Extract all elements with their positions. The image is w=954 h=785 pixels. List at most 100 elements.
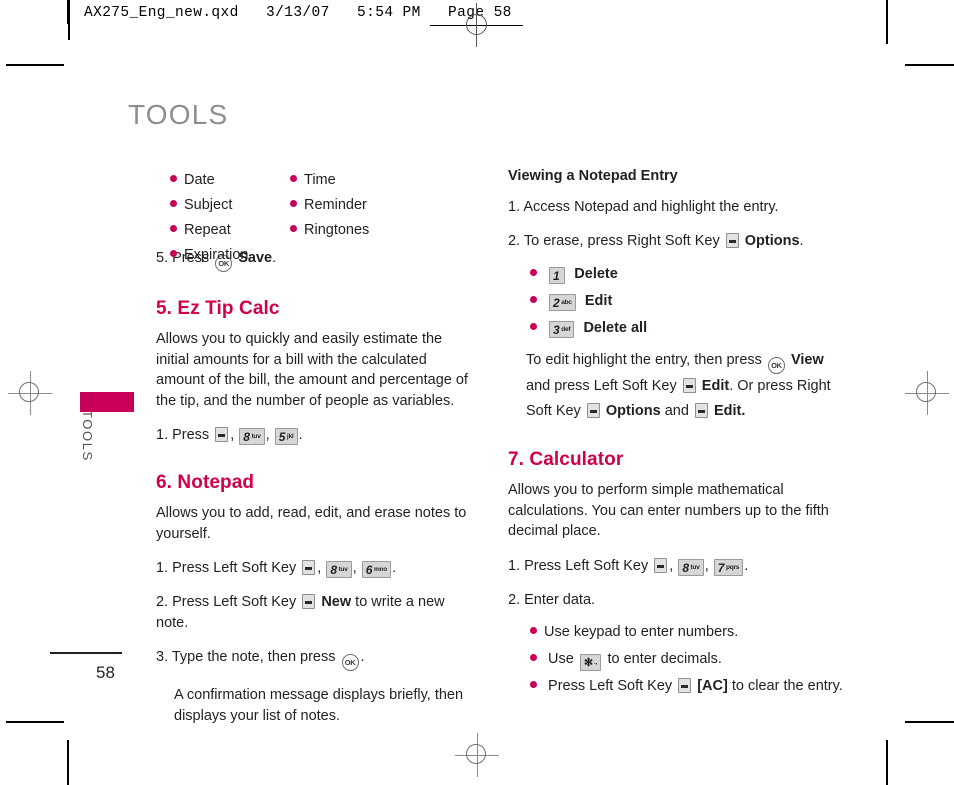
list-item: 3 def Delete all — [530, 315, 848, 342]
edit-note-part-1: To edit highlight the entry, then press — [526, 352, 762, 368]
step-prefix: 2. To erase, press Right Soft Key — [508, 233, 720, 249]
keypad-key-1-icon: 1 — [549, 267, 566, 284]
ez-tip-calc-step-1: 1. Press , 8 tuv, 5 jkl. — [156, 427, 303, 445]
list-item: Press Left Soft Key [AC] to clear the en… — [530, 673, 848, 700]
step-bold: New — [321, 594, 352, 610]
ok-key-icon: OK — [767, 357, 785, 374]
list-item: Subject — [170, 193, 248, 218]
keypad-key-6-icon: 6 mno — [361, 561, 392, 578]
soft-key-icon — [302, 594, 316, 609]
edit-note-bold-edit: Edit — [701, 378, 730, 394]
edit-note-part-4: and — [664, 403, 689, 419]
crop-mark-bottom-right-v — [886, 740, 888, 785]
option-label: Delete — [574, 266, 618, 282]
keypad-key-7-icon: 7 pqrs — [713, 558, 744, 576]
notepad-step-1: 1. Press Left Soft Key , 8 tuv, 6 mno. — [156, 560, 397, 578]
options-key-list: 1 Delete 2 abc Edit 3 def Delete all — [508, 261, 848, 342]
viewing-entry-step-1: 1. Access Notepad and highlight the entr… — [508, 199, 779, 215]
list-item: Use ✻., to enter decimals. — [530, 646, 848, 673]
edit-note-part-2: and press Left Soft Key — [526, 378, 677, 394]
soft-key-icon — [678, 677, 692, 693]
bullet-suffix: to enter decimals. — [607, 650, 722, 667]
list-item: 1 Delete — [530, 261, 848, 288]
keypad-key-8-icon: 8 tuv — [239, 428, 265, 445]
bullet-dot-icon — [290, 225, 297, 232]
edit-note-bold-view: View — [790, 352, 824, 368]
soft-key-icon — [215, 427, 229, 442]
bullet-dot-icon — [290, 175, 297, 182]
header-vertical-rule — [68, 0, 70, 40]
soft-key-icon — [725, 233, 739, 248]
soft-key-icon — [654, 557, 668, 573]
step-prefix: 1. Press Left Soft Key — [508, 557, 649, 574]
soft-key-icon — [694, 403, 708, 418]
list-item: Ringtones — [290, 218, 369, 243]
option-label: Edit — [584, 293, 613, 309]
calculator-step-1: 1. Press Left Soft Key , 8 tuv, 7 pqrs. — [508, 557, 749, 576]
bullet-dot-icon — [530, 296, 537, 303]
bullet-dot-icon — [290, 200, 297, 207]
option-label: Delete all — [583, 320, 648, 336]
edit-note-bold-options: Options — [605, 403, 661, 419]
save-step-suffix: . — [272, 250, 277, 266]
section-tab-label: TOOLS — [80, 410, 95, 462]
crop-mark-top-right-h — [905, 64, 954, 66]
feature-bullet-grid: Date Subject Repeat Expiration Time Remi… — [156, 168, 476, 263]
heading-calculator: 7. Calculator — [508, 449, 624, 470]
heading-viewing-notepad-entry: Viewing a Notepad Entry — [508, 168, 678, 184]
list-item: Reminder — [290, 193, 369, 218]
bullet-prefix: Use — [548, 650, 574, 667]
crop-mark-top-right-v — [886, 0, 888, 44]
step-suffix: . — [298, 427, 303, 443]
bullet-dot-icon — [530, 680, 537, 688]
notepad-step-2: 2. Press Left Soft Key New to write a ne… — [156, 592, 476, 634]
crop-mark-bottom-left-v — [67, 740, 69, 785]
step-bold: Options — [744, 233, 800, 249]
soft-key-icon — [586, 403, 600, 418]
list-item: 2 abc Edit — [530, 288, 848, 315]
bullet-dot-icon — [170, 225, 177, 232]
bullet-bold: [AC] — [697, 677, 728, 694]
list-item: Expiration — [170, 243, 248, 268]
heading-ez-tip-calc: 5. Ez Tip Calc — [156, 298, 280, 319]
bullet-text: Use keypad to enter numbers. — [544, 623, 739, 640]
step-suffix: . — [799, 233, 804, 249]
viewing-entry-edit-note: To edit highlight the entry, then press … — [508, 348, 848, 424]
feature-bullets-column-2: Time Reminder Ringtones — [290, 168, 369, 243]
list-item: Time — [290, 168, 369, 193]
left-column: Date Subject Repeat Expiration Time Remi… — [156, 168, 476, 740]
calculator-step-2: 2. Enter data. — [508, 591, 596, 608]
list-item: Use keypad to enter numbers. — [530, 619, 848, 646]
heading-notepad: 6. Notepad — [156, 472, 255, 493]
keypad-key-5-icon: 5 jkl — [274, 428, 298, 445]
bullet-prefix: Press Left Soft Key — [548, 677, 673, 694]
step-prefix: 1. Press — [156, 427, 210, 443]
bullet-dot-icon — [530, 323, 537, 330]
notepad-step-3-note: A confirmation message displays briefly,… — [174, 687, 464, 724]
registration-mark-right — [905, 371, 949, 415]
ok-key-icon: OK — [341, 654, 359, 671]
step-suffix: . — [744, 557, 749, 574]
list-item: Repeat — [170, 218, 248, 243]
page-number: 58 — [96, 663, 115, 682]
viewing-entry-step-2: 2. To erase, press Right Soft Key Option… — [508, 231, 848, 252]
keypad-key-2-icon: 2 abc — [549, 294, 576, 311]
star-key-icon: ✻., — [579, 653, 602, 671]
feature-bullets-column-1: Date Subject Repeat Expiration — [170, 168, 248, 268]
print-header-text: AX275_Eng_new.qxd 3/13/07 5:54 PM Page 5… — [84, 5, 512, 21]
bullet-suffix: to clear the entry. — [731, 677, 843, 694]
keypad-key-8-icon: 8 tuv — [326, 561, 352, 578]
registration-mark-left — [8, 371, 52, 415]
keypad-key-8-icon: 8 tuv — [678, 558, 704, 576]
crop-mark-bottom-left-h — [6, 721, 64, 723]
bullet-dot-icon — [170, 200, 177, 207]
keypad-key-3-icon: 3 def — [549, 321, 575, 338]
section-tab-marker — [80, 392, 134, 412]
ez-tip-calc-body: Allows you to quickly and easily estimat… — [156, 331, 468, 409]
step-suffix: . — [360, 649, 365, 665]
notepad-body: Allows you to add, read, edit, and erase… — [156, 505, 467, 542]
step-suffix: . — [392, 560, 397, 576]
page-title: TOOLS — [128, 99, 229, 130]
bullet-dot-icon — [170, 250, 177, 257]
right-column: Viewing a Notepad Entry 1. Access Notepa… — [508, 168, 848, 706]
